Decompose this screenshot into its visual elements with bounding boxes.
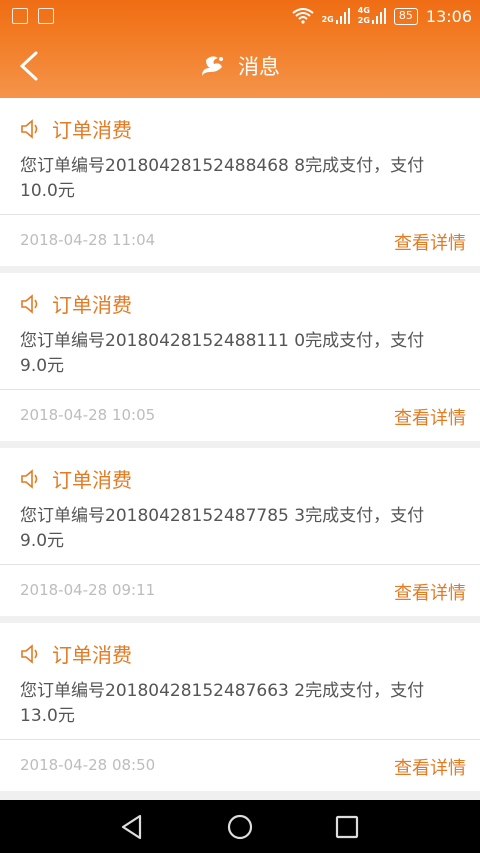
message-title: 订单消费 (52, 118, 132, 142)
page-title-group: 消息 (0, 33, 480, 98)
divider (0, 214, 480, 215)
app-notification-icon (12, 8, 28, 24)
battery-icon: 85 (393, 7, 418, 25)
message-list: 订单消费 您订单编号20180428152488468 8完成支付，支付 10.… (0, 98, 480, 798)
view-details-link[interactable]: 查看详情 (394, 229, 466, 255)
message-body: 您订单编号20180428152487663 2完成支付，支付 13.0元 (20, 679, 460, 729)
view-details-link[interactable]: 查看详情 (394, 579, 466, 605)
network-type-2-top: 4G (357, 6, 370, 15)
brand-logo-icon (202, 55, 223, 76)
back-triangle-icon[interactable] (118, 813, 146, 841)
network-type-1: 2G (321, 15, 334, 24)
clock: 13:06 (425, 6, 472, 26)
message-body-line2: 13.0元 (20, 706, 75, 726)
message-body-line2: 9.0元 (20, 531, 65, 551)
system-navigation-bar (0, 800, 480, 853)
view-details-link[interactable]: 查看详情 (394, 404, 466, 430)
message-time: 2018-04-28 09:11 (20, 581, 156, 599)
status-indicators: 2G 4G 2G 85 13:06 (291, 5, 472, 27)
message-title-row: 订单消费 (20, 464, 132, 493)
image-notification-icon (38, 8, 54, 24)
status-bar: 2G 4G 2G 85 13:06 (0, 0, 480, 33)
message-body-line1: 您订单编号20180428152487785 3完成支付，支付 (20, 506, 425, 526)
message-time: 2018-04-28 08:50 (20, 756, 156, 774)
message-body-line1: 您订单编号20180428152488468 8完成支付，支付 (20, 156, 425, 176)
message-body-line2: 9.0元 (20, 356, 65, 376)
signal-bars-icon (371, 8, 386, 24)
wifi-icon (291, 8, 314, 24)
message-title-row: 订单消费 (20, 639, 132, 668)
message-time: 2018-04-28 10:05 (20, 406, 156, 424)
message-title-row: 订单消费 (20, 114, 132, 143)
header: 消息 (0, 33, 480, 98)
signal-bars-icon (335, 8, 350, 24)
message-time: 2018-04-28 11:04 (20, 231, 156, 249)
message-card: 订单消费 您订单编号20180428152487785 3完成支付，支付 9.0… (0, 448, 480, 616)
message-card: 订单消费 您订单编号20180428152488468 8完成支付，支付 10.… (0, 98, 480, 266)
view-details-link[interactable]: 查看详情 (394, 754, 466, 780)
message-card: 订单消费 您订单编号20180428152487663 2完成支付，支付 13.… (0, 623, 480, 791)
speaker-icon (21, 293, 38, 314)
message-body: 您订单编号20180428152487785 3完成支付，支付 9.0元 (20, 504, 460, 554)
divider (0, 564, 480, 565)
divider (0, 739, 480, 740)
message-card: 订单消费 您订单编号20180428152488111 0完成支付，支付 9.0… (0, 273, 480, 441)
message-body: 您订单编号20180428152488468 8完成支付，支付 10.0元 (20, 154, 460, 204)
home-circle-icon[interactable] (226, 813, 254, 841)
message-body: 您订单编号20180428152488111 0完成支付，支付 9.0元 (20, 329, 460, 379)
speaker-icon (21, 643, 38, 664)
signal-2: 4G 2G (358, 7, 386, 25)
message-title-row: 订单消费 (20, 289, 132, 318)
notification-icons (12, 8, 54, 24)
recents-square-icon[interactable] (333, 813, 361, 841)
message-title: 订单消费 (52, 643, 132, 667)
signal-1: 2G (322, 8, 350, 24)
message-title: 订单消费 (52, 468, 132, 492)
page-title: 消息 (238, 54, 280, 79)
speaker-icon (21, 118, 38, 139)
network-type-2-bottom: 2G (357, 16, 370, 25)
message-body-line1: 您订单编号20180428152487663 2完成支付，支付 (20, 681, 425, 701)
speaker-icon (21, 468, 38, 489)
message-title: 订单消费 (52, 293, 132, 317)
message-body-line2: 10.0元 (20, 181, 75, 201)
message-body-line1: 您订单编号20180428152488111 0完成支付，支付 (20, 331, 425, 351)
divider (0, 389, 480, 390)
